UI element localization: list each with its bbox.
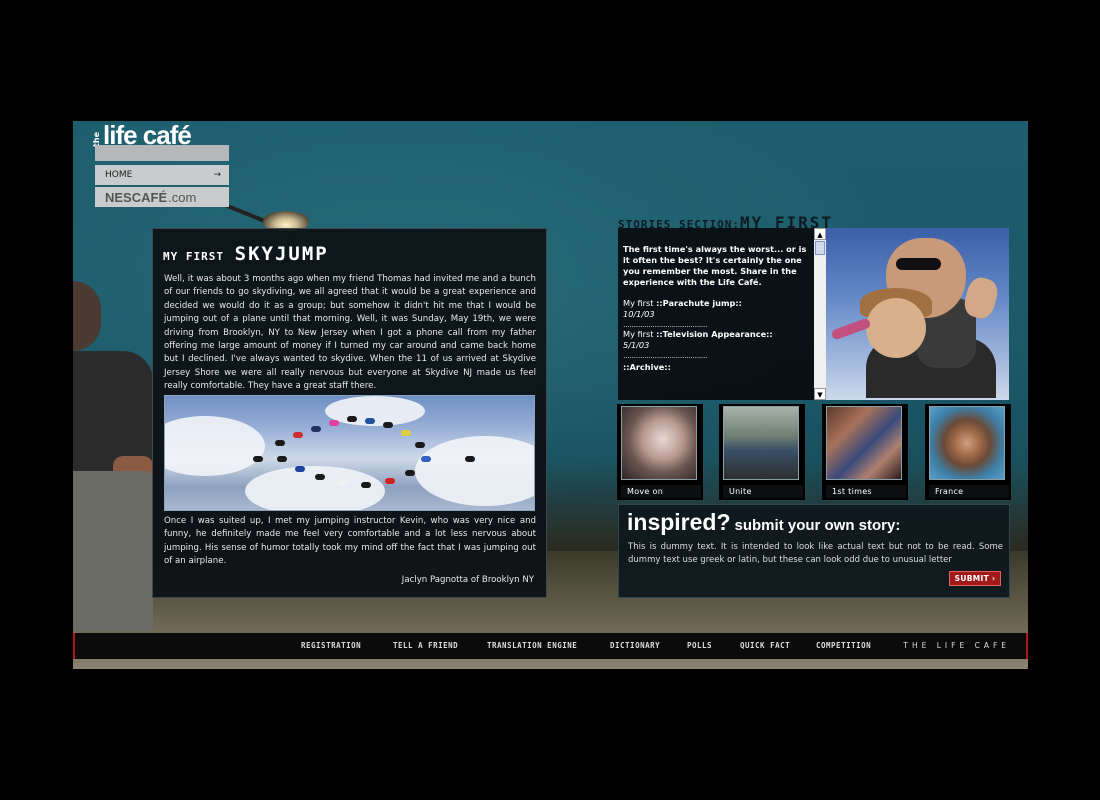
photo-cloud <box>415 436 534 506</box>
thumbnail-label: France <box>929 485 1009 498</box>
thumbnail-image <box>621 406 697 480</box>
photo-diver <box>275 440 285 446</box>
story-entry[interactable]: My first ::Parachute jump:: 10/1/03 ....… <box>623 298 807 329</box>
footer-brand: THE LIFE CAFE <box>903 641 1010 650</box>
thumbnail-unite[interactable]: Unite <box>719 404 805 500</box>
scroll-down-icon[interactable]: ▼ <box>814 388 826 400</box>
nav-topbar <box>95 145 229 161</box>
inspired-body: This is dummy text. It is intended to lo… <box>628 542 1003 565</box>
photo-diver <box>383 422 393 428</box>
photo-diver <box>293 432 303 438</box>
thumbnail-move-on[interactable]: Move on <box>617 404 703 500</box>
photo-diver <box>365 418 375 424</box>
arrow-right-icon: → <box>213 170 221 180</box>
scroll-up-icon[interactable]: ▲ <box>814 228 826 240</box>
story-paragraph-2: Once I was suited up, I met my jumping i… <box>164 516 536 567</box>
submit-button[interactable]: SUBMIT › <box>949 571 1001 586</box>
archive-link[interactable]: ::Archive:: <box>623 362 807 373</box>
photo-diver <box>295 466 305 472</box>
photo-diver <box>361 482 371 488</box>
photo-diver <box>401 430 411 436</box>
nescafe-suffix: .com <box>168 189 197 205</box>
photo-diver <box>311 426 321 432</box>
photo-diver <box>347 416 357 422</box>
story-entry-title: ::Parachute jump:: <box>656 298 742 308</box>
thumbnail-1st-times[interactable]: 1st times <box>822 404 908 500</box>
thumbnail-label: 1st times <box>826 485 906 498</box>
divider-dots: ........................................ <box>623 319 708 329</box>
thumbnail-france[interactable]: France <box>925 404 1011 500</box>
thumbnail-image <box>723 406 799 480</box>
page-canvas: the life café HOME → NESCAFÉ .com MY FIRS… <box>73 121 1028 669</box>
footer-link-polls[interactable]: POLLS <box>687 641 712 650</box>
divider-dots: ........................................ <box>623 350 708 360</box>
submit-story-box: inspired? submit your own story: This is … <box>618 504 1010 598</box>
photo-cloud <box>165 416 265 476</box>
story-entry-title: ::Television Appearance:: <box>656 329 773 339</box>
person-head <box>73 281 101 351</box>
story-paragraph-1: Well, it was about 3 months ago when my … <box>164 274 536 392</box>
home-button[interactable]: HOME → <box>95 165 229 185</box>
tandem-skydive-photo <box>826 228 1009 400</box>
home-label: HOME <box>105 170 133 180</box>
inspired-headline: inspired? <box>627 509 731 535</box>
thumbnail-label: Unite <box>723 485 803 498</box>
story-title-big: SKYJUMP <box>234 243 329 265</box>
inspired-subhead: submit your own story: <box>734 517 901 534</box>
photo-diver <box>385 478 395 484</box>
footer-nav: REGISTRATION TELL A FRIEND TRANSLATION E… <box>73 633 1028 659</box>
nescafe-logo: NESCAFÉ <box>105 189 168 205</box>
footer-link-quick-fact[interactable]: QUICK FACT <box>740 641 790 650</box>
intro-scrollbar[interactable]: ▲ ▼ <box>814 228 826 400</box>
photo-diver <box>253 456 263 462</box>
stories-intro-text: The first time's always the worst... or … <box>623 244 807 373</box>
submit-story-heading: inspired? submit your own story: <box>627 509 900 536</box>
story-entry[interactable]: My first ::Television Appearance:: 5/1/0… <box>623 329 807 360</box>
background-couch <box>73 471 153 631</box>
story-title: MY FIRST SKYJUMP <box>163 243 329 265</box>
thumbnail-image <box>929 406 1005 480</box>
story-entry-prefix: My first <box>623 329 654 339</box>
footer-link-translation-engine[interactable]: TRANSLATION ENGINE <box>487 641 577 650</box>
photo-arm <box>830 317 872 341</box>
stories-intro-lead: The first time's always the worst... or … <box>623 244 807 287</box>
footer-link-registration[interactable]: REGISTRATION <box>301 641 361 650</box>
photo-diver <box>337 480 347 486</box>
stories-intro-box[interactable]: The first time's always the worst... or … <box>618 228 826 400</box>
footer-link-competition[interactable]: COMPETITION <box>816 641 871 650</box>
story-panel: MY FIRST SKYJUMP Well, it was about 3 mo… <box>152 228 547 598</box>
story-entry-prefix: My first <box>623 298 654 308</box>
thumbnail-label: Move on <box>621 485 701 498</box>
nescafe-link[interactable]: NESCAFÉ .com <box>95 187 229 207</box>
story-title-small: MY FIRST <box>163 250 224 263</box>
photo-diver <box>415 442 425 448</box>
story-signature: Jaclyn Pagnotta of Brooklyn NY <box>401 575 534 585</box>
thumbnail-image <box>826 406 902 480</box>
photo-diver <box>315 474 325 480</box>
footer-link-tell-a-friend[interactable]: TELL A FRIEND <box>393 641 458 650</box>
photo-face <box>866 298 926 358</box>
photo-diver <box>405 470 415 476</box>
scroll-thumb[interactable] <box>815 241 825 255</box>
life-cafe-logo[interactable]: the life café <box>92 121 192 150</box>
photo-cloud <box>245 466 385 510</box>
photo-diver <box>421 456 431 462</box>
photo-diver <box>277 456 287 462</box>
photo-goggles <box>896 258 941 270</box>
photo-cloud <box>325 396 425 426</box>
skydivers-photo <box>164 395 535 511</box>
logo-name: life café <box>103 121 192 150</box>
footer-link-dictionary[interactable]: DICTIONARY <box>610 641 660 650</box>
photo-diver <box>465 456 475 462</box>
photo-diver <box>329 420 339 426</box>
